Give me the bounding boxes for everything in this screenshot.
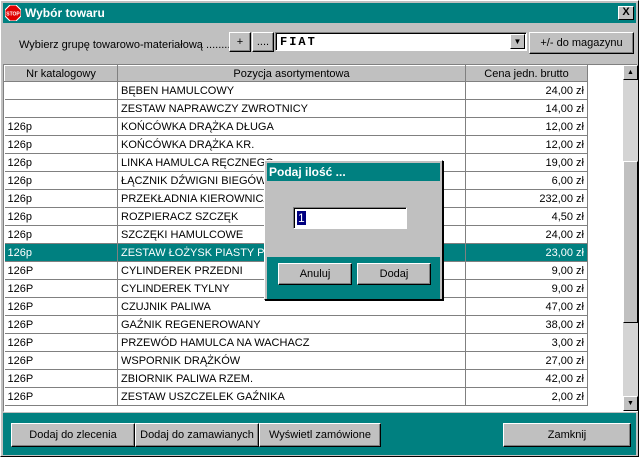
stock-adjust-button[interactable]: +/- do magazynu: [529, 32, 634, 54]
svg-text:STOP: STOP: [6, 12, 20, 18]
cell-price[interactable]: 232,00 zł: [465, 189, 588, 208]
cell-nr[interactable]: 126P: [4, 387, 118, 406]
vertical-scrollbar[interactable]: ▲ ▼: [623, 65, 638, 411]
scroll-up-icon[interactable]: ▲: [623, 65, 638, 80]
cell-nr[interactable]: 126p: [4, 207, 118, 226]
cell-price[interactable]: 2,00 zł: [465, 387, 588, 406]
cell-name[interactable]: ZBIORNIK PALIWA RZEM.: [117, 369, 466, 388]
cell-price[interactable]: 24,00 zł: [465, 225, 588, 244]
column-header-price[interactable]: Cena jedn. brutto: [465, 65, 588, 82]
close-button[interactable]: Zamknij: [503, 423, 631, 447]
column-header-name[interactable]: Pozycja asortymentowa: [117, 65, 466, 82]
cell-price[interactable]: 3,00 zł: [465, 333, 588, 352]
cell-name[interactable]: WSPORNIK DRĄŻKÓW: [117, 351, 466, 370]
cell-name[interactable]: PRZEWÓD HAMULCA NA WACHACZ: [117, 333, 466, 352]
title-bar: STOP Wybór towaru X: [3, 3, 636, 23]
cell-name[interactable]: BĘBEN HAMULCOWY: [117, 81, 466, 100]
cell-price[interactable]: 6,00 zł: [465, 171, 588, 190]
cell-price[interactable]: 9,00 zł: [465, 261, 588, 280]
cell-price[interactable]: 14,00 zł: [465, 99, 588, 118]
group-label: Wybierz grupę towarowo-materiałową .....…: [19, 39, 231, 51]
add-button[interactable]: Dodaj: [357, 263, 431, 285]
dialog-title: Podaj ilość ...: [267, 163, 440, 181]
cancel-button[interactable]: Anuluj: [278, 263, 352, 285]
cell-price[interactable]: 38,00 zł: [465, 315, 588, 334]
group-select-value: FIAT: [280, 35, 317, 49]
cell-nr[interactable]: 126P: [4, 279, 118, 298]
quantity-dialog: Podaj ilość ... 1 Anuluj Dodaj: [264, 160, 443, 300]
cell-nr[interactable]: 126p: [4, 117, 118, 136]
window-title: Wybór towaru: [25, 6, 105, 20]
table-row[interactable]: 126P ZBIORNIK PALIWA RZEM. 42,00 zł: [4, 369, 588, 388]
cell-nr[interactable]: 126p: [4, 243, 118, 262]
quantity-input[interactable]: 1: [293, 207, 407, 229]
chevron-down-icon[interactable]: ▼: [510, 34, 525, 49]
cell-price[interactable]: 42,00 zł: [465, 369, 588, 388]
scroll-down-icon[interactable]: ▼: [623, 396, 638, 411]
cell-name[interactable]: ZESTAW USZCZELEK GAŹNIKA: [117, 387, 466, 406]
cell-nr[interactable]: 126P: [4, 315, 118, 334]
scroll-thumb[interactable]: [623, 161, 638, 323]
table-row[interactable]: 126P PRZEWÓD HAMULCA NA WACHACZ 3,00 zł: [4, 333, 588, 352]
cell-nr[interactable]: 126P: [4, 261, 118, 280]
cell-nr[interactable]: 126P: [4, 297, 118, 316]
add-to-ordered-button[interactable]: Dodaj do zamawianych: [135, 423, 259, 447]
cell-price[interactable]: 23,00 zł: [465, 243, 588, 262]
quantity-value: 1: [297, 211, 306, 225]
cell-nr[interactable]: 126P: [4, 333, 118, 352]
column-header-nr[interactable]: Nr katalogowy: [4, 65, 118, 82]
table-row[interactable]: 126P ZESTAW USZCZELEK GAŹNIKA 2,00 zł: [4, 387, 588, 406]
add-group-button[interactable]: +: [229, 32, 251, 52]
cell-nr[interactable]: 126P: [4, 351, 118, 370]
cell-nr[interactable]: [4, 99, 118, 118]
cell-nr[interactable]: 126p: [4, 171, 118, 190]
cell-price[interactable]: 19,00 zł: [465, 153, 588, 172]
table-row[interactable]: 126P WSPORNIK DRĄŻKÓW 27,00 zł: [4, 351, 588, 370]
cell-price[interactable]: 4,50 zł: [465, 207, 588, 226]
cell-name[interactable]: KOŃCÓWKA DRĄŻKA DŁUGA: [117, 117, 466, 136]
bottom-bar: Dodaj do zlecenia Dodaj do zamawianych W…: [3, 413, 636, 455]
table-header: Nr katalogowy Pozycja asortymentowa Cena…: [4, 65, 588, 82]
show-ordered-button[interactable]: Wyświetl zamówione: [259, 423, 381, 447]
table-row[interactable]: BĘBEN HAMULCOWY 24,00 zł: [4, 81, 588, 100]
close-window-button[interactable]: X: [618, 6, 634, 20]
cell-price[interactable]: 9,00 zł: [465, 279, 588, 298]
cell-nr[interactable]: [4, 81, 118, 100]
cell-nr[interactable]: 126p: [4, 153, 118, 172]
dialog-button-bar: Anuluj Dodaj: [267, 257, 440, 299]
table-row[interactable]: ZESTAW NAPRAWCZY ZWROTNICY 14,00 zł: [4, 99, 588, 118]
browse-group-button[interactable]: ....: [252, 32, 274, 52]
cell-price[interactable]: 27,00 zł: [465, 351, 588, 370]
cell-name[interactable]: CZUJNIK PALIWA: [117, 297, 466, 316]
cell-nr[interactable]: 126p: [4, 135, 118, 154]
group-select[interactable]: FIAT ▼: [275, 32, 527, 51]
table-row[interactable]: 126p KOŃCÓWKA DRĄŻKA DŁUGA 12,00 zł: [4, 117, 588, 136]
add-to-order-button[interactable]: Dodaj do zlecenia: [11, 423, 135, 447]
cell-nr[interactable]: 126p: [4, 189, 118, 208]
cell-price[interactable]: 47,00 zł: [465, 297, 588, 316]
stop-icon: STOP: [5, 5, 21, 21]
main-window: STOP Wybór towaru X Wybierz grupę towaro…: [0, 0, 639, 457]
cell-name[interactable]: KOŃCÓWKA DRĄŻKA KR.: [117, 135, 466, 154]
cell-name[interactable]: ZESTAW NAPRAWCZY ZWROTNICY: [117, 99, 466, 118]
cell-price[interactable]: 24,00 zł: [465, 81, 588, 100]
cell-nr[interactable]: 126P: [4, 369, 118, 388]
cell-nr[interactable]: 126p: [4, 225, 118, 244]
table-row[interactable]: 126P CZUJNIK PALIWA 47,00 zł: [4, 297, 588, 316]
table-row[interactable]: 126p KOŃCÓWKA DRĄŻKA KR. 12,00 zł: [4, 135, 588, 154]
toolbar: Wybierz grupę towarowo-materiałową .....…: [3, 25, 636, 61]
cell-price[interactable]: 12,00 zł: [465, 135, 588, 154]
cell-name[interactable]: GAŹNIK REGENEROWANY: [117, 315, 466, 334]
cell-price[interactable]: 12,00 zł: [465, 117, 588, 136]
table-row[interactable]: 126P GAŹNIK REGENEROWANY 38,00 zł: [4, 315, 588, 334]
